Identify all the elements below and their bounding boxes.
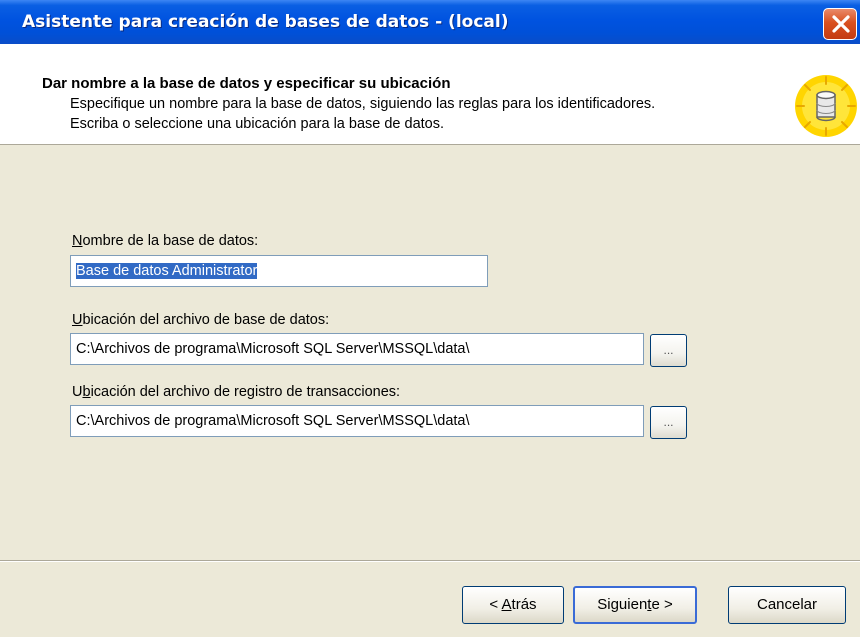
header-description-2: Escriba o seleccione una ubicación para … [70, 116, 445, 132]
header-title: Dar nombre a la base de datos y especifi… [42, 75, 451, 92]
database-name-input[interactable]: Base de datos Administrator [70, 255, 488, 287]
data-file-browse-button[interactable]: ... [650, 334, 687, 367]
database-icon [795, 75, 857, 137]
cancel-button[interactable]: Cancelar [728, 586, 846, 624]
close-icon [832, 15, 850, 33]
window-title: Asistente para creación de bases de dato… [22, 12, 509, 32]
footer-separator [0, 560, 860, 562]
database-name-value: Base de datos Administrator [76, 263, 258, 279]
log-file-location-label: Ubicación del archivo de registro de tra… [72, 384, 401, 400]
close-button[interactable] [823, 8, 857, 40]
data-file-location-label: Ubicación del archivo de base de datos: [72, 312, 330, 328]
database-name-label: Nombre de la base de datos: [72, 233, 259, 249]
log-file-location-input[interactable]: C:\Archivos de programa\Microsoft SQL Se… [70, 405, 644, 437]
log-file-browse-button[interactable]: ... [650, 406, 687, 439]
log-file-location-value: C:\Archivos de programa\Microsoft SQL Se… [76, 413, 470, 429]
next-button[interactable]: Siguiente > [573, 586, 697, 624]
data-file-location-input[interactable]: C:\Archivos de programa\Microsoft SQL Se… [70, 333, 644, 365]
wizard-header: Dar nombre a la base de datos y especifi… [0, 44, 860, 145]
back-button[interactable]: < Atrás [462, 586, 564, 624]
title-bar[interactable]: Asistente para creación de bases de dato… [0, 0, 860, 44]
header-description-1: Especifique un nombre para la base de da… [70, 96, 656, 112]
data-file-location-value: C:\Archivos de programa\Microsoft SQL Se… [76, 341, 470, 357]
